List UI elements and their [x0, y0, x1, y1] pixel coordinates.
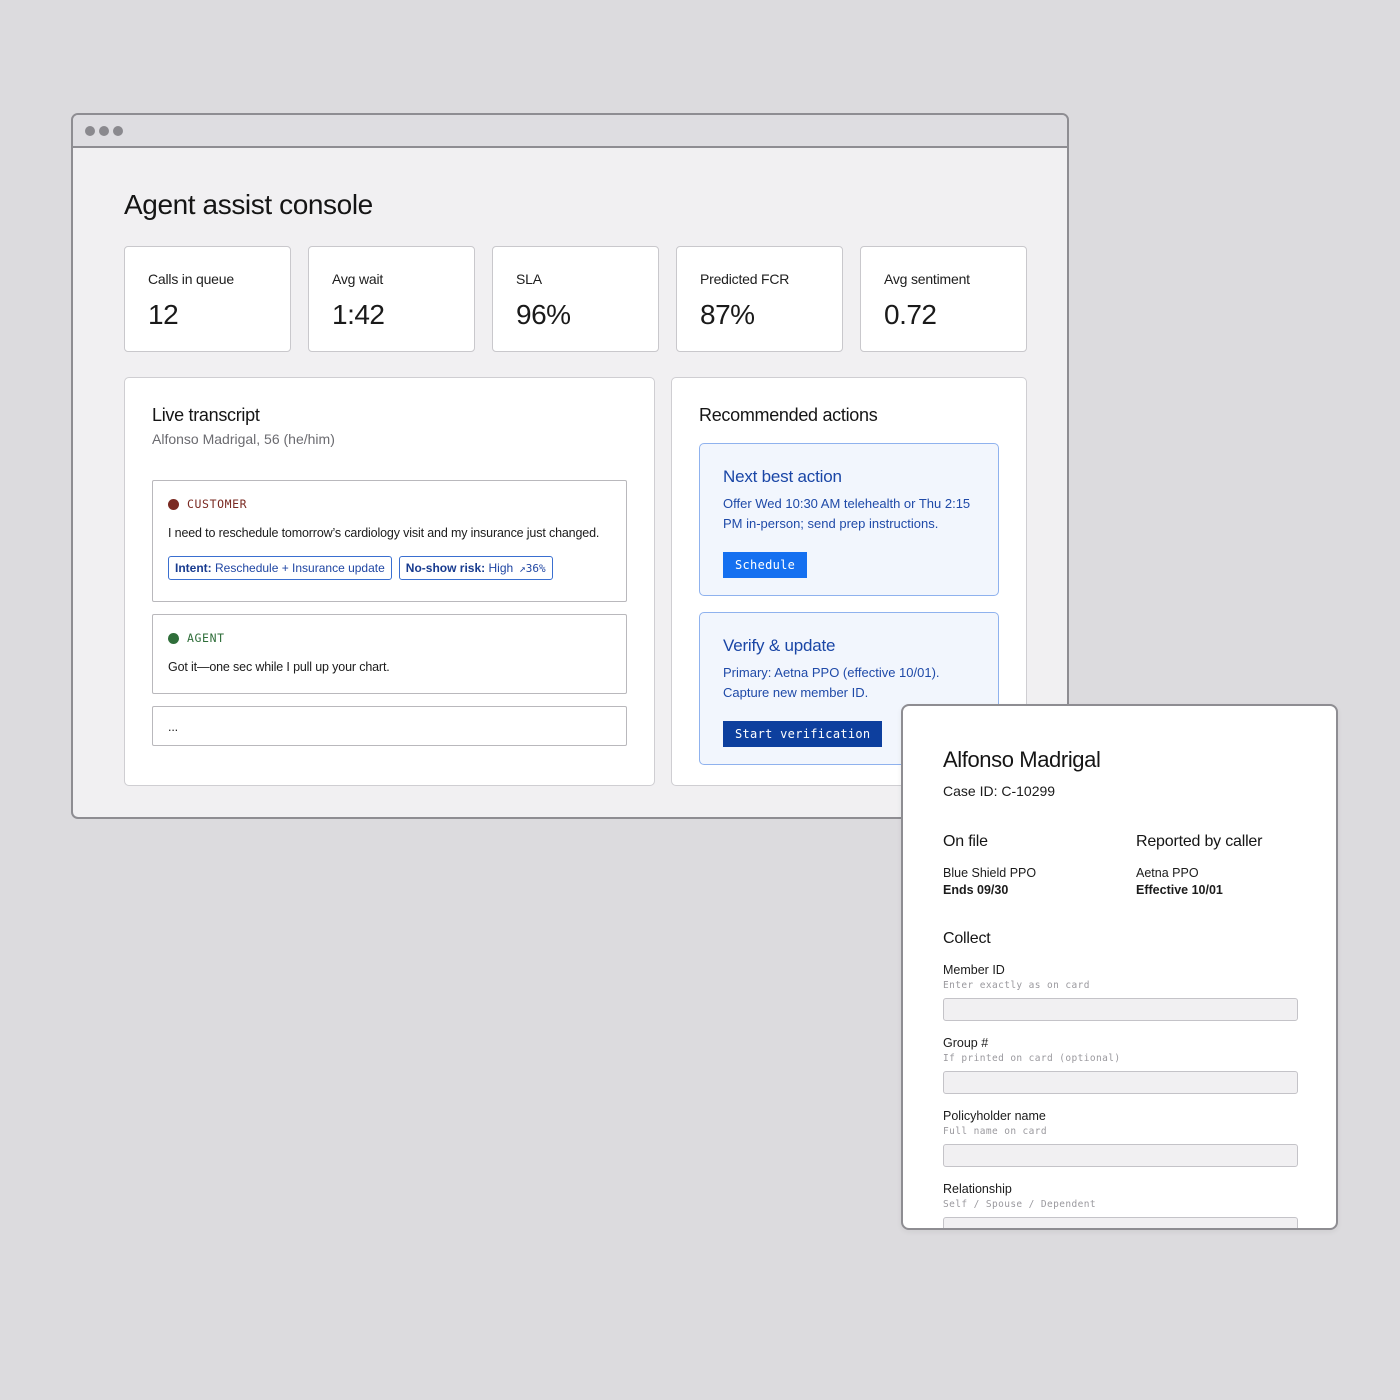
- agent-message-text: Got it—one sec while I pull up your char…: [168, 660, 390, 674]
- customer-status-dot: [168, 498, 179, 510]
- field-label: Policyholder name: [943, 1109, 1046, 1123]
- kpi-value: 12: [148, 299, 179, 330]
- intent-value: Reschedule + Insurance update: [215, 561, 385, 575]
- kpi-value: 87%: [700, 299, 755, 330]
- on-file-column: On file Blue Shield PPO Ends 09/30: [943, 833, 1036, 897]
- next-best-action-card: Next best action Offer Wed 10:30 AM tele…: [699, 443, 999, 596]
- reported-heading: Reported by caller: [1136, 833, 1263, 850]
- kpi-card-calls-in-queue: Calls in queue 12: [124, 246, 291, 352]
- collect-heading: Collect: [943, 930, 991, 947]
- start-verification-button[interactable]: Start verification: [723, 721, 883, 747]
- customer-message-text: I need to reschedule tomorrow’s cardiolo…: [168, 526, 600, 540]
- typing-indicator: ...: [168, 720, 178, 734]
- case-id: Case ID: C-10299: [943, 783, 1056, 799]
- kpi-card-avg-sentiment: Avg sentiment 0.72: [860, 246, 1027, 352]
- kpi-card-predicted-fcr: Predicted FCR 87%: [676, 246, 843, 352]
- relationship-input[interactable]: [943, 1217, 1298, 1228]
- field-label: Group #: [943, 1036, 989, 1050]
- kpi-card-sla: SLA 96%: [492, 246, 659, 352]
- actions-heading: Recommended actions: [699, 405, 878, 425]
- member-id-input[interactable]: [943, 998, 1298, 1021]
- reported-column: Reported by caller Aetna PPO Effective 1…: [1136, 833, 1262, 897]
- agent-speaker: AGENT: [168, 631, 626, 645]
- speaker-label: CUSTOMER: [187, 497, 248, 511]
- field-hint: If printed on card (optional): [943, 1053, 1121, 1064]
- field-hint: Self / Spouse / Dependent: [943, 1199, 1096, 1210]
- window-control-dot[interactable]: [113, 125, 123, 136]
- field-hint: Full name on card: [943, 1126, 1048, 1137]
- relationship-field: Relationship Self / Spouse / Dependent: [943, 1182, 1298, 1228]
- speaker-label: AGENT: [187, 631, 225, 645]
- kpi-value: 1:42: [332, 299, 385, 330]
- action-description: Offer Wed 10:30 AM telehealth or Thu 2:1…: [723, 496, 971, 531]
- kpi-label: Avg sentiment: [884, 271, 970, 287]
- group-number-field: Group # If printed on card (optional): [943, 1036, 1298, 1094]
- action-description: Primary: Aetna PPO (effective 10/01). Ca…: [723, 665, 940, 700]
- window-control-dot[interactable]: [85, 125, 95, 136]
- pending-message: ...: [152, 706, 627, 746]
- intent-tag[interactable]: Intent: Reschedule + Insurance update: [168, 556, 392, 580]
- kpi-label: SLA: [516, 271, 542, 287]
- kpi-label: Predicted FCR: [700, 271, 790, 287]
- window-titlebar: [73, 115, 1067, 148]
- live-transcript-panel: Live transcript Alfonso Madrigal, 56 (he…: [124, 377, 655, 786]
- message-tags: Intent: Reschedule + Insurance update No…: [168, 556, 626, 580]
- window-control-dot[interactable]: [99, 125, 109, 136]
- kpi-label: Avg wait: [332, 271, 384, 287]
- page-title: Agent assist console: [124, 189, 373, 220]
- member-id-field: Member ID Enter exactly as on card: [943, 963, 1298, 1021]
- intent-key: Intent:: [175, 561, 212, 575]
- transcript-heading: Live transcript: [152, 405, 260, 425]
- policyholder-name-input[interactable]: [943, 1144, 1298, 1167]
- risk-trend: ↗36%: [519, 562, 546, 575]
- field-label: Member ID: [943, 963, 1005, 977]
- kpi-card-avg-wait: Avg wait 1:42: [308, 246, 475, 352]
- kpi-row: Calls in queue 12 Avg wait 1:42 SLA 96% …: [124, 246, 1027, 352]
- risk-key: No-show risk:: [405, 561, 486, 575]
- patient-name: Alfonso Madrigal: [943, 747, 1101, 772]
- agent-message: AGENT Got it—one sec while I pull up you…: [152, 614, 627, 694]
- kpi-label: Calls in queue: [148, 271, 234, 287]
- kpi-value: 96%: [516, 299, 571, 330]
- kpi-value: 0.72: [884, 299, 937, 330]
- action-title: Next best action: [723, 467, 842, 486]
- policyholder-name-field: Policyholder name Full name on card: [943, 1109, 1298, 1167]
- schedule-button[interactable]: Schedule: [723, 552, 808, 578]
- no-show-risk-tag[interactable]: No-show risk: High ↗36%: [398, 556, 553, 580]
- field-hint: Enter exactly as on card: [943, 980, 1090, 991]
- group-number-input[interactable]: [943, 1071, 1298, 1094]
- risk-value: High: [488, 561, 514, 575]
- case-details-card: Alfonso Madrigal Case ID: C-10299 On fil…: [901, 704, 1338, 1230]
- on-file-heading: On file: [943, 833, 988, 850]
- customer-speaker: CUSTOMER: [168, 497, 626, 511]
- field-label: Relationship: [943, 1182, 1012, 1196]
- reported-detail: Effective 10/01: [1136, 883, 1223, 897]
- caller-subtitle: Alfonso Madrigal, 56 (he/him): [152, 431, 335, 447]
- on-file-detail: Ends 09/30: [943, 883, 1009, 897]
- reported-plan: Aetna PPO: [1136, 866, 1199, 880]
- agent-status-dot: [168, 632, 179, 644]
- action-title: Verify & update: [723, 636, 836, 655]
- on-file-plan: Blue Shield PPO: [943, 866, 1037, 880]
- customer-message: CUSTOMER I need to reschedule tomorrow’s…: [152, 480, 627, 602]
